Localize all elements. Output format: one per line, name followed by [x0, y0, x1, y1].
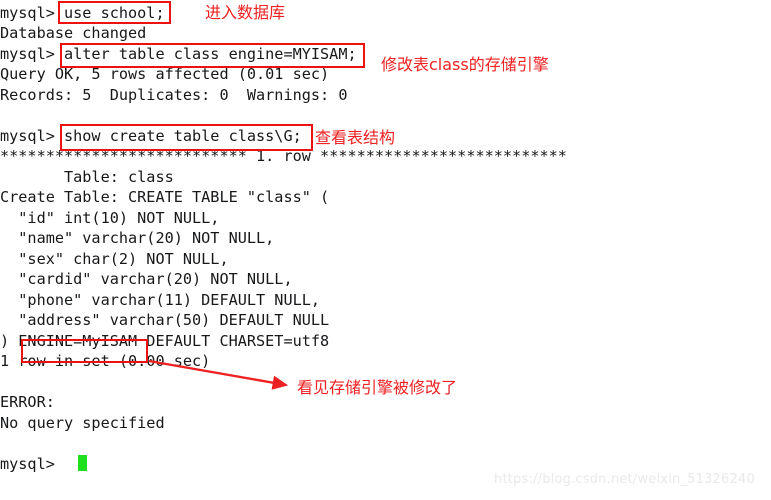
terminal-line-19: ERROR: — [0, 393, 55, 411]
terminal-line-14: "phone" varchar(11) DEFAULT NULL, — [0, 291, 321, 309]
watermark: https://blog.csdn.net/weixin_51326240 — [494, 472, 755, 487]
terminal-line-15: "address" varchar(50) DEFAULT NULL — [0, 311, 330, 329]
terminal-line-16: ) ENGINE=MyISAM DEFAULT CHARSET=utf8 — [0, 332, 330, 350]
terminal-line-12: "sex" char(2) NOT NULL, — [0, 250, 229, 268]
terminal-cursor — [78, 455, 87, 471]
annotation-engine-changed: 看见存储引擎被修改了 — [297, 378, 458, 397]
terminal-line-1: Database changed — [0, 24, 147, 42]
terminal-line-22: mysql> — [0, 455, 55, 473]
terminal-line-3: Query OK, 5 rows affected (0.01 sec) — [0, 65, 330, 83]
terminal-line-20: No query specified — [0, 414, 165, 432]
terminal-line-0: mysql> use school; — [0, 4, 165, 22]
annotation-show-structure: 查看表结构 — [315, 128, 396, 147]
terminal-line-2: mysql> alter table class engine=MYISAM; — [0, 45, 357, 63]
terminal-line-9: Create Table: CREATE TABLE "class" ( — [0, 188, 330, 206]
annotation-alter-engine: 修改表class的存储引擎 — [381, 55, 549, 74]
terminal-line-13: "cardid" varchar(20) NOT NULL, — [0, 270, 293, 288]
terminal-line-8: Table: class — [0, 168, 174, 186]
terminal-line-10: "id" int(10) NOT NULL, — [0, 209, 220, 227]
terminal-window[interactable]: mysql> use school; Database changed mysq… — [0, 0, 771, 500]
terminal-line-11: "name" varchar(20) NOT NULL, — [0, 229, 275, 247]
terminal-line-4: Records: 5 Duplicates: 0 Warnings: 0 — [0, 86, 348, 104]
annotation-enter-database: 进入数据库 — [205, 3, 286, 22]
terminal-line-7: *************************** 1. row *****… — [0, 147, 567, 165]
terminal-line-17: 1 row in set (0.00 sec) — [0, 352, 211, 370]
terminal-line-6: mysql> show create table class\G; — [0, 127, 302, 145]
